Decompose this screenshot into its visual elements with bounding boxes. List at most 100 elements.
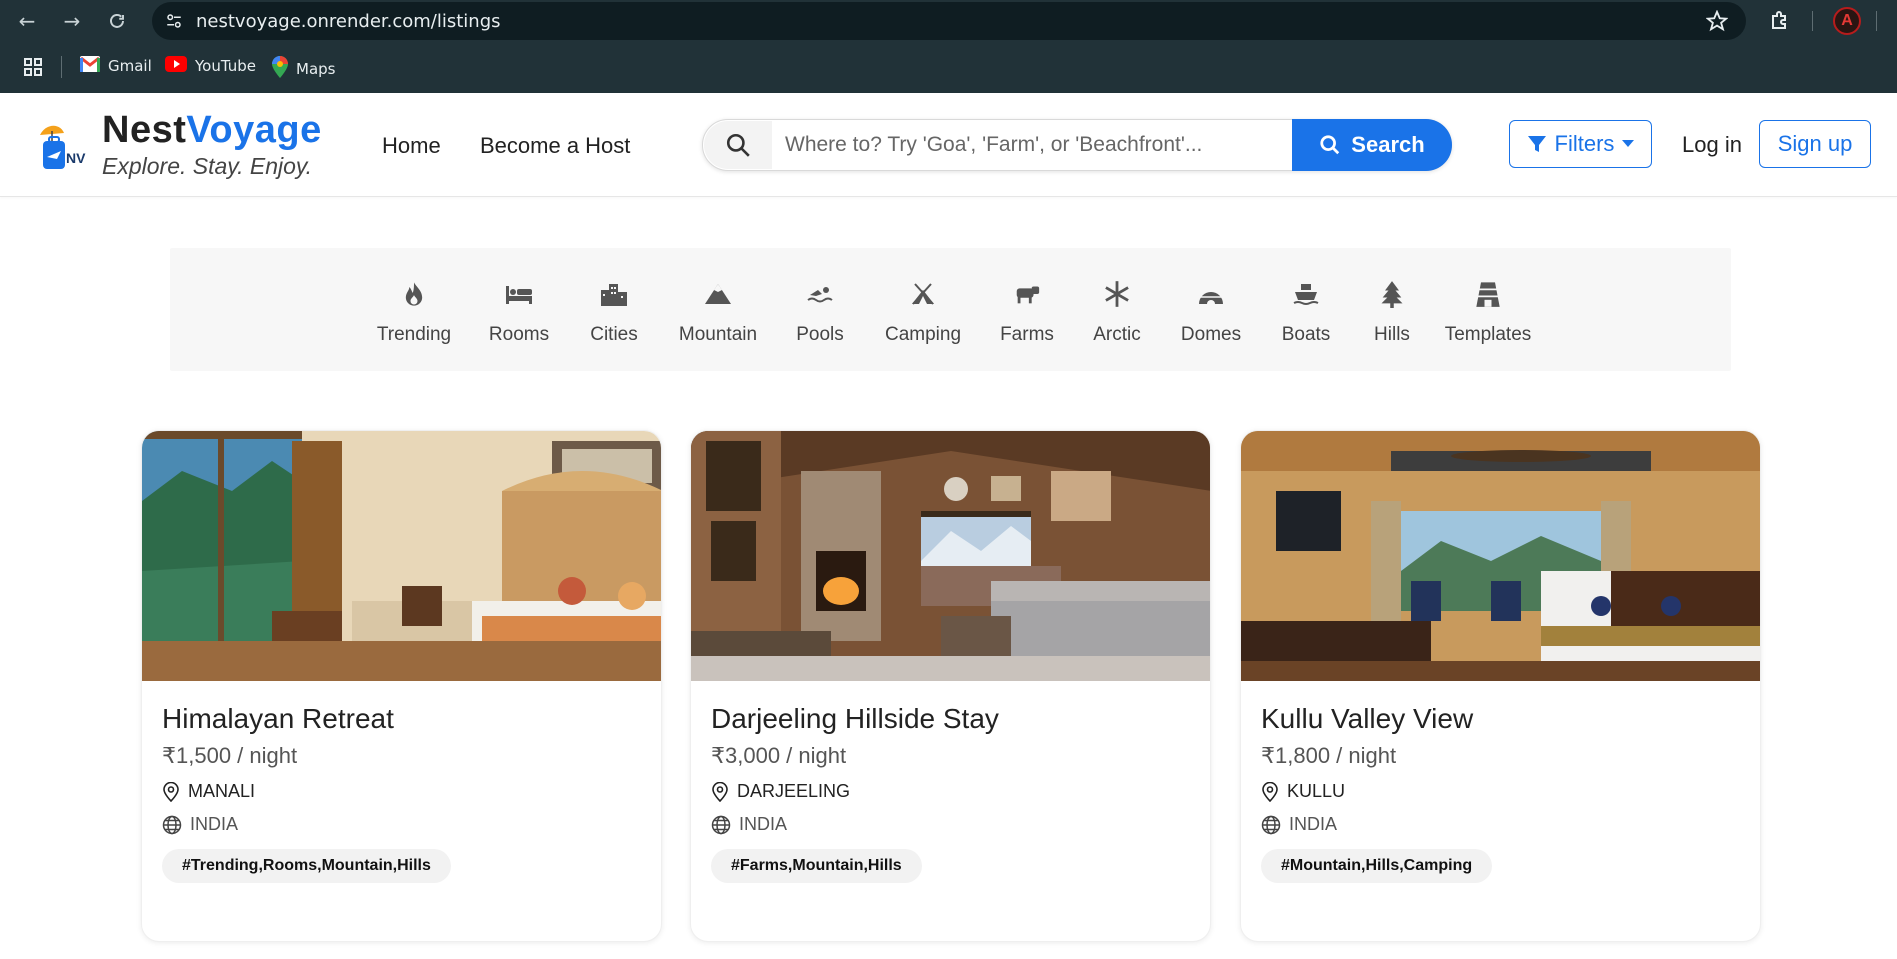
profile-avatar[interactable]: A [1833,7,1861,35]
listing-price: ₹3,000 / night [711,743,847,768]
search-input[interactable] [785,122,1285,168]
brand-name-part2: Voyage [186,109,322,151]
fire-icon [405,282,423,306]
listing-city: KULLU [1287,781,1346,801]
forward-icon[interactable]: → [59,8,85,34]
listing-card-body: Kullu Valley View ₹1,800 / night KULLU I… [1241,703,1760,883]
mountain-icon [705,284,731,304]
logo-icon[interactable]: NV [38,123,90,171]
site-info-icon[interactable] [162,9,186,33]
apps-grid-icon[interactable] [23,57,43,82]
bookmarks-bar: Gmail YouTube Maps [0,42,1897,93]
category-domes[interactable]: Domes [1156,280,1266,346]
tree-icon [1381,281,1403,308]
bookmark-maps[interactable]: Maps [272,56,335,82]
listing-photo[interactable] [142,431,661,681]
search-button[interactable]: Search [1292,119,1452,171]
category-label: Cities [590,324,638,345]
tent-icon [912,283,934,305]
city-icon [601,284,627,306]
category-label: Domes [1180,324,1242,345]
bookmark-label: YouTube [195,57,256,75]
extensions-icon[interactable] [1768,9,1792,38]
category-camping[interactable]: Camping [868,280,978,346]
category-label: Trending [376,324,452,345]
listing-country: INDIA [162,814,641,835]
globe-icon [162,815,182,834]
globe-icon [711,815,731,834]
search-button-label: Search [1351,132,1425,157]
listing-photo[interactable] [691,431,1210,681]
listing-country-name: INDIA [1289,814,1338,834]
category-trending[interactable]: Trending [359,280,469,346]
listing-location: KULLU [1261,781,1740,802]
category-label: Camping [884,324,962,345]
gmail-icon [80,56,100,76]
bookmarks-divider [61,56,62,78]
back-icon[interactable]: ← [14,8,40,34]
toolbar-divider [1876,11,1877,31]
login-link[interactable]: Log in [1682,132,1742,158]
search-bar: Search [702,119,1452,171]
filters-button-label: Filters [1554,131,1615,156]
listing-card-body: Himalayan Retreat ₹1,500 / night MANALI … [142,703,661,883]
bookmark-gmail[interactable]: Gmail [80,56,152,76]
maps-icon [272,56,288,82]
listing-title[interactable]: Kullu Valley View [1261,703,1740,735]
nav-link-become-host[interactable]: Become a Host [480,133,630,159]
listing-card[interactable]: Kullu Valley View ₹1,800 / night KULLU I… [1240,430,1761,942]
globe-icon [1261,815,1281,834]
category-mountain[interactable]: Mountain [663,280,773,346]
cow-icon [1016,286,1040,304]
snowflake-icon [1105,281,1129,307]
listing-title[interactable]: Himalayan Retreat [162,703,641,735]
igloo-icon [1199,292,1223,304]
gopuram-icon [1476,282,1500,307]
category-temples[interactable]: Templates [1433,280,1543,346]
category-label: Farms [1000,324,1054,345]
listing-tags: #Farms,Mountain,Hills [711,849,922,883]
category-pools[interactable]: Pools [765,280,875,346]
search-icon [704,121,772,169]
nav-link-home[interactable]: Home [382,133,441,159]
category-hills[interactable]: Hills [1337,280,1447,346]
filter-icon [1527,136,1546,152]
listing-price: ₹1,500 / night [162,743,298,768]
youtube-icon [165,56,187,76]
map-pin-icon [1262,781,1278,802]
category-rooms[interactable]: Rooms [464,280,574,346]
listing-card[interactable]: Darjeeling Hillside Stay ₹3,000 / night … [690,430,1211,942]
swimmer-icon [807,287,833,303]
brand-name[interactable]: NestVoyage [102,109,322,152]
brand-tagline: Explore. Stay. Enjoy. [102,153,313,179]
listing-tags: #Mountain,Hills,Camping [1261,849,1493,883]
listing-title[interactable]: Darjeeling Hillside Stay [711,703,1190,735]
category-filter-bar: Trending Rooms Cities Mountain Pools Cam… [170,248,1731,371]
bookmark-label: Maps [296,60,336,78]
listing-photo[interactable] [1241,431,1760,681]
bookmark-youtube[interactable]: YouTube [165,56,256,76]
url-text[interactable]: nestvoyage.onrender.com/listings [196,11,501,32]
category-label: Pools [796,324,844,345]
signup-button[interactable]: Sign up [1759,120,1871,168]
category-label: Arctic [1093,324,1141,345]
category-label: Hills [1374,324,1410,345]
site-navbar: NV NestVoyage Explore. Stay. Enjoy. Home… [0,93,1897,197]
search-icon [1320,135,1340,155]
bookmark-star-icon[interactable] [1705,9,1729,37]
browser-toolbar: ← → nestvoyage.onrender.com/listings A [0,0,1897,42]
brand-name-part1: Nest [102,109,187,151]
listing-location: DARJEELING [711,781,1190,802]
listing-city: MANALI [188,781,256,801]
bed-icon [506,286,532,304]
category-cities[interactable]: Cities [559,280,669,346]
reload-icon[interactable] [104,8,130,34]
listing-card[interactable]: Himalayan Retreat ₹1,500 / night MANALI … [141,430,662,942]
filters-button[interactable]: Filters [1509,120,1652,168]
map-pin-icon [712,781,728,802]
category-label: Rooms [488,324,550,345]
category-label: Boats [1281,324,1331,345]
address-bar[interactable]: nestvoyage.onrender.com/listings [152,2,1746,40]
listing-country: INDIA [1261,814,1740,835]
listing-country: INDIA [711,814,1190,835]
